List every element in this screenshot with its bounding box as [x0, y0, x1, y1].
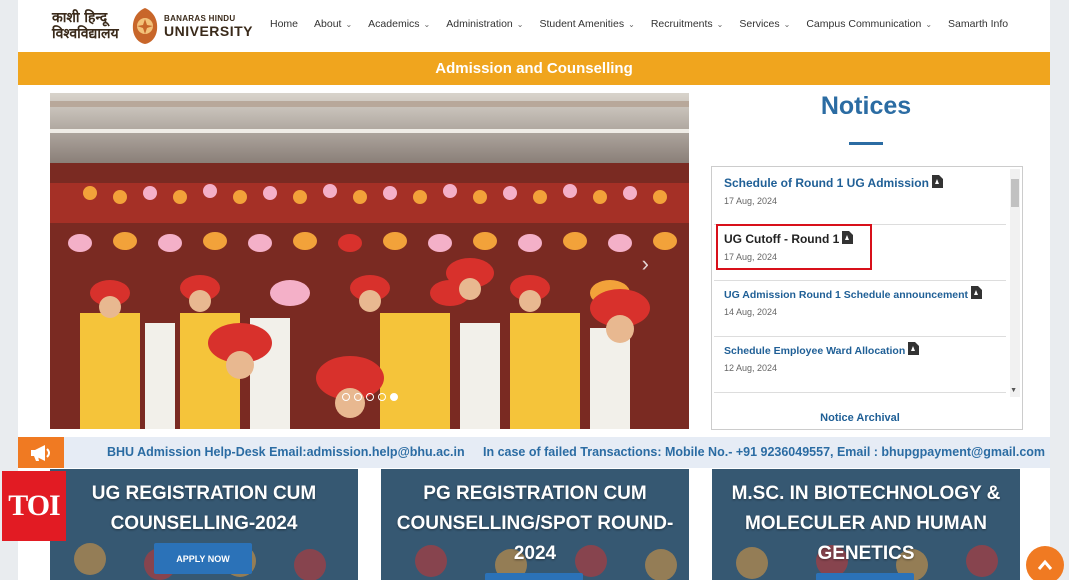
nav-about[interactable]: About ⌄ — [306, 18, 360, 30]
nav-label: Campus Communication — [806, 18, 922, 30]
toi-watermark-logo: TOI — [2, 471, 66, 541]
nav-label: Services — [739, 18, 780, 30]
logo-en-line2: UNIVERSITY — [164, 22, 254, 39]
nav-samarth-info[interactable]: Samarth Info — [940, 18, 1016, 30]
card-title-line: PG REGISTRATION CUM — [423, 483, 647, 504]
carousel-dot[interactable] — [366, 393, 374, 401]
carousel-indicators — [342, 393, 398, 401]
apply-now-button[interactable] — [816, 573, 914, 580]
notice-archival-link[interactable]: Notice Archival — [711, 412, 1009, 424]
card-title-line: GENETICS — [817, 543, 915, 564]
chevron-up-icon — [1037, 559, 1053, 570]
chevron-down-icon: ⌄ — [423, 19, 431, 29]
banner-title: Admission and Counselling — [435, 60, 633, 77]
chevron-down-icon: ⌄ — [628, 19, 635, 29]
university-logo[interactable]: काशी हिन्दू विश्वविद्यालय BANARAS HINDU … — [52, 4, 253, 48]
page: काशी हिन्दू विश्वविद्यालय BANARAS HINDU … — [18, 0, 1064, 580]
logo-en-line1: BANARAS HINDU — [164, 13, 236, 23]
notice-item[interactable]: UG Admission Round 1 Schedule announceme… — [714, 281, 1006, 337]
logo-hindi-line1: काशी हिन्दू — [52, 10, 108, 26]
nav-home[interactable]: Home — [262, 18, 306, 30]
logo-hindi-text: काशी हिन्दू विश्वविद्यालय — [52, 10, 126, 42]
carousel-dot[interactable] — [378, 393, 386, 401]
chevron-down-icon: ⌄ — [345, 19, 353, 29]
nav-campus-communication[interactable]: Campus Communication ⌄ — [798, 18, 940, 30]
logo-hindi-line2: विश्वविद्यालय — [52, 26, 119, 42]
hero-carousel[interactable]: › — [50, 93, 689, 429]
back-to-top-button[interactable] — [1026, 546, 1064, 580]
card-title-line: 2024 — [513, 543, 557, 564]
chevron-down-icon: ⌄ — [783, 19, 791, 29]
pdf-icon — [971, 286, 983, 299]
pg-registration-card[interactable]: PG REGISTRATION CUM COUNSELLING/SPOT ROU… — [381, 469, 689, 580]
site-header: काशी हिन्दू विश्वविद्यालय BANARAS HINDU … — [18, 0, 1050, 52]
highlight-box — [716, 224, 872, 270]
carousel-dot[interactable] — [342, 393, 350, 401]
nav-label: Recruitments — [650, 18, 713, 30]
nav-administration[interactable]: Administration ⌄ — [438, 18, 531, 30]
apply-now-button[interactable] — [485, 573, 583, 580]
nav-label: Academics — [368, 18, 420, 30]
nav-label: Home — [270, 18, 299, 30]
pdf-icon — [908, 342, 920, 355]
notice-date: 12 Aug, 2024 — [724, 363, 778, 373]
apply-now-button[interactable]: APPLY NOW — [154, 543, 252, 574]
carousel-dot[interactable] — [354, 393, 362, 401]
scroll-down-icon[interactable]: ▼ — [1010, 387, 1017, 394]
payment-help-text: In case of failed Transactions: Mobile N… — [483, 445, 1046, 459]
chevron-right-icon[interactable]: › — [642, 251, 649, 277]
card-title: M.SC. IN BIOTECHNOLOGY & MOLECULER AND H… — [712, 479, 1020, 569]
nav-label: Student Amenities — [539, 18, 625, 30]
card-title-line: COUNSELLING-2024 — [110, 513, 298, 534]
ug-registration-card[interactable]: UG REGISTRATION CUM COUNSELLING-2024 APP… — [50, 469, 358, 580]
nav-student-amenities[interactable]: Student Amenities ⌄ — [531, 18, 642, 30]
nav-services[interactable]: Services ⌄ — [731, 18, 798, 30]
nav-label: About — [314, 18, 342, 30]
nav-academics[interactable]: Academics ⌄ — [360, 18, 438, 30]
card-title-line: COUNSELLING/SPOT ROUND- — [396, 513, 674, 534]
nav-label: Samarth Info — [948, 18, 1009, 30]
notices-heading: Notices — [820, 92, 912, 120]
notice-scrollbar[interactable]: ▼ — [1010, 169, 1020, 397]
notice-title[interactable]: Schedule of Round 1 UG Admission — [724, 176, 929, 190]
convocation-photo — [50, 93, 689, 429]
notice-title[interactable]: Schedule Employee Ward Allocation — [724, 345, 905, 357]
notice-list[interactable]: Schedule of Round 1 UG Admission 17 Aug,… — [711, 166, 1023, 430]
megaphone-icon — [18, 437, 64, 468]
notices-underline — [849, 142, 883, 145]
nav-recruitments[interactable]: Recruitments ⌄ — [643, 18, 732, 30]
admission-banner: Admission and Counselling — [18, 52, 1050, 85]
scrollbar-thumb[interactable] — [1011, 179, 1019, 207]
notice-date: 17 Aug, 2024 — [724, 196, 778, 206]
logo-english-text: BANARAS HINDU UNIVERSITY — [164, 14, 253, 39]
notice-item[interactable]: Schedule of Round 1 UG Admission 17 Aug,… — [714, 169, 1006, 225]
notice-item[interactable]: Schedule Employee Ward Allocation 12 Aug… — [714, 337, 1006, 393]
card-title: PG REGISTRATION CUM COUNSELLING/SPOT ROU… — [381, 479, 689, 569]
card-title: UG REGISTRATION CUM COUNSELLING-2024 — [50, 479, 358, 539]
chevron-down-icon: ⌄ — [716, 19, 724, 29]
helpdesk-text: BHU Admission Help-Desk Email:admission.… — [107, 445, 465, 459]
msc-biotechnology-card[interactable]: M.SC. IN BIOTECHNOLOGY & MOLECULER AND H… — [712, 469, 1020, 580]
notice-date: 14 Aug, 2024 — [724, 307, 778, 317]
nav-label: Administration — [446, 18, 513, 30]
pdf-icon — [931, 174, 943, 188]
notice-title[interactable]: UG Admission Round 1 Schedule announceme… — [724, 289, 968, 301]
chevron-down-icon: ⌄ — [925, 19, 933, 29]
chevron-down-icon: ⌄ — [516, 19, 524, 29]
announcement-ticker: BHU Admission Help-Desk Email:admission.… — [18, 437, 1050, 468]
card-title-line: UG REGISTRATION CUM — [91, 483, 317, 504]
university-emblem-icon — [132, 8, 158, 44]
main-nav: Home About ⌄ Academics ⌄ Administration ⌄ S… — [262, 18, 1016, 30]
card-title-line: MOLECULER AND HUMAN — [744, 513, 988, 534]
card-title-line: M.SC. IN BIOTECHNOLOGY & — [731, 483, 1001, 504]
carousel-dot-active[interactable] — [390, 393, 398, 401]
